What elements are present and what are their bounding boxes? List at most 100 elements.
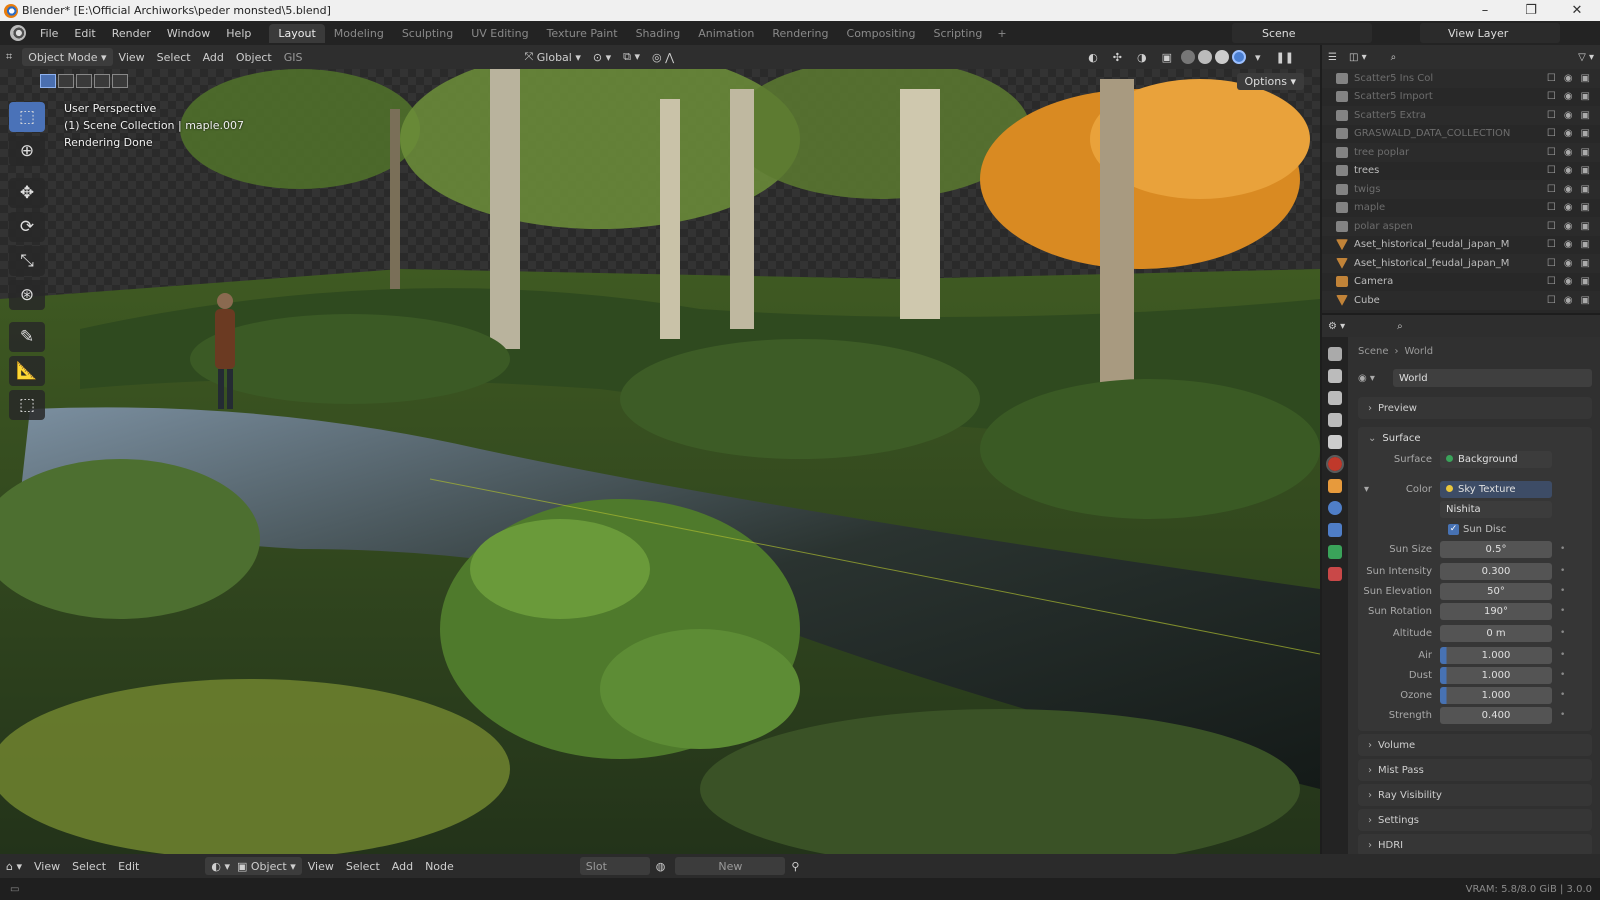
sky-setting-field[interactable]: 1.000	[1440, 646, 1552, 664]
blender-menu-icon[interactable]	[10, 25, 26, 41]
constraints-tab-icon[interactable]	[1328, 523, 1342, 537]
select-extend-icon[interactable]	[58, 74, 74, 88]
node-select-menu[interactable]: Select	[340, 857, 386, 875]
keyframe-dot-icon[interactable]: •	[1560, 650, 1565, 660]
outliner-item[interactable]: Camera ☐ ◉ ▣	[1322, 273, 1600, 292]
view-menu[interactable]: View	[113, 48, 151, 66]
eye-icon[interactable]: ◉	[1564, 258, 1573, 269]
camera-render-icon[interactable]: ▣	[1581, 221, 1590, 232]
sky-setting-field[interactable]: 50°	[1440, 582, 1552, 600]
wireframe-shading-icon[interactable]	[1181, 50, 1196, 64]
checkbox-icon[interactable]: ☐	[1547, 258, 1556, 269]
close-button[interactable]: ✕	[1554, 3, 1600, 18]
checkbox-icon[interactable]: ☐	[1547, 202, 1556, 213]
surface-shader-field[interactable]: Background	[1440, 450, 1552, 468]
checkbox-icon[interactable]: ☐	[1547, 128, 1556, 139]
surface-panel-header[interactable]: ⌄ Surface	[1358, 427, 1592, 449]
panel-settings[interactable]: › Settings	[1358, 809, 1592, 831]
tab-scripting[interactable]: Scripting	[924, 24, 991, 43]
checkbox-icon[interactable]: ☐	[1547, 295, 1556, 306]
visibility-icon[interactable]: ◐	[1082, 48, 1104, 66]
tab-compositing[interactable]: Compositing	[838, 24, 925, 43]
properties-editor-icon[interactable]: ⚙ ▾	[1322, 317, 1351, 335]
checkbox-icon[interactable]: ☐	[1547, 110, 1556, 121]
panel-hdri[interactable]: › HDRI	[1358, 834, 1592, 854]
bottom-edit-menu[interactable]: Edit	[112, 857, 145, 875]
keyframe-dot-icon[interactable]: •	[1560, 586, 1565, 596]
keyframe-dot-icon[interactable]: •	[1560, 606, 1565, 616]
camera-render-icon[interactable]: ▣	[1581, 184, 1590, 195]
checkbox-icon[interactable]: ☐	[1547, 165, 1556, 176]
outliner-item[interactable]: polar aspen ☐ ◉ ▣	[1322, 217, 1600, 236]
eye-icon[interactable]: ◉	[1564, 221, 1573, 232]
camera-render-icon[interactable]: ▣	[1581, 295, 1590, 306]
outliner-item[interactable]: Scatter5 Import ☐ ◉ ▣	[1322, 88, 1600, 107]
menu-edit[interactable]: Edit	[66, 27, 103, 40]
transform-orientation-dropdown[interactable]: ⤧ Global ▾	[518, 48, 586, 66]
preview-panel[interactable]: › Preview	[1358, 397, 1592, 419]
new-material-button[interactable]: New	[675, 857, 786, 875]
sky-setting-field[interactable]: 0.300	[1440, 562, 1552, 580]
outliner-item[interactable]: tree poplar ☐ ◉ ▣	[1322, 143, 1600, 162]
checkbox-icon[interactable]: ☐	[1547, 73, 1556, 84]
tab-shading[interactable]: Shading	[627, 24, 690, 43]
checkbox-icon[interactable]: ☐	[1547, 184, 1556, 195]
camera-render-icon[interactable]: ▣	[1581, 165, 1590, 176]
world-browse-icon[interactable]: ◉ ▾	[1358, 373, 1375, 384]
proportional-edit-icon[interactable]: ◎ ⋀	[646, 48, 680, 66]
object-menu[interactable]: Object	[230, 48, 278, 66]
rotate-icon[interactable]: ⟳	[9, 212, 45, 242]
annotate-icon[interactable]: ✎	[9, 322, 45, 352]
outliner-item[interactable]: Scatter5 Extra ☐ ◉ ▣	[1322, 106, 1600, 125]
tab-sculpting[interactable]: Sculpting	[393, 24, 462, 43]
tool-tab-icon[interactable]	[1328, 347, 1342, 361]
minimize-button[interactable]: –	[1462, 3, 1508, 18]
pause-render-icon[interactable]: ❚❚	[1270, 48, 1300, 66]
solid-shading-icon[interactable]	[1198, 50, 1213, 64]
scene-tab-icon[interactable]	[1328, 435, 1342, 449]
select-box-icon[interactable]: ⬚	[9, 102, 45, 132]
node-menu[interactable]: Node	[419, 857, 460, 875]
options-button[interactable]: Options ▾	[1236, 73, 1304, 90]
scale-icon[interactable]: ⤡	[9, 246, 45, 276]
keyframe-dot-icon[interactable]: •	[1560, 710, 1565, 720]
xray-icon[interactable]: ▣	[1156, 48, 1178, 66]
slot-dropdown[interactable]: Slot	[579, 857, 650, 875]
camera-render-icon[interactable]: ▣	[1581, 73, 1590, 84]
outliner-search-icon[interactable]: ⌕	[1385, 48, 1403, 66]
physics-tab-icon[interactable]	[1328, 501, 1342, 515]
select-intersect-icon[interactable]	[112, 74, 128, 88]
camera-render-icon[interactable]: ▣	[1581, 258, 1590, 269]
tab-uv-editing[interactable]: UV Editing	[462, 24, 537, 43]
add-workspace-button[interactable]: +	[991, 27, 1012, 40]
data-tab-icon[interactable]	[1328, 545, 1342, 559]
outliner-item[interactable]: trees ☐ ◉ ▣	[1322, 162, 1600, 181]
gizmo-icon[interactable]: ✣	[1107, 48, 1128, 66]
scene-selector[interactable]: Scene	[1232, 23, 1372, 43]
node-view-menu[interactable]: View	[302, 857, 340, 875]
keyframe-dot-icon[interactable]: •	[1560, 690, 1565, 700]
outliner-item[interactable]: Aset_historical_feudal_japan_M ☐ ◉ ▣	[1322, 254, 1600, 273]
material-browse-icon[interactable]: ◍	[650, 857, 672, 875]
outliner-editor-icon[interactable]: ☰	[1322, 48, 1343, 66]
eye-icon[interactable]: ◉	[1564, 276, 1573, 287]
eye-icon[interactable]: ◉	[1564, 73, 1573, 84]
mode-dropdown[interactable]: Object Mode ▾	[22, 48, 113, 66]
breadcrumb-world[interactable]: World	[1405, 346, 1434, 357]
sky-type-dropdown[interactable]: Nishita	[1440, 500, 1552, 518]
sky-setting-field[interactable]: 1.000	[1440, 666, 1552, 684]
camera-render-icon[interactable]: ▣	[1581, 147, 1590, 158]
bottom-select-menu[interactable]: Select	[66, 857, 112, 875]
filter-icon[interactable]: ▽ ▾	[1572, 48, 1600, 66]
eye-icon[interactable]: ◉	[1564, 295, 1573, 306]
tab-texture-paint[interactable]: Texture Paint	[538, 24, 627, 43]
overlay-icon[interactable]: ◑	[1131, 48, 1153, 66]
menu-window[interactable]: Window	[159, 27, 218, 40]
eye-icon[interactable]: ◉	[1564, 147, 1573, 158]
eye-icon[interactable]: ◉	[1564, 165, 1573, 176]
keyframe-dot-icon[interactable]: •	[1560, 544, 1565, 554]
sky-setting-field[interactable]: 0.400	[1440, 706, 1552, 724]
rendered-shading-icon[interactable]	[1232, 50, 1247, 64]
sky-setting-field[interactable]: 1.000	[1440, 686, 1552, 704]
menu-help[interactable]: Help	[218, 27, 259, 40]
